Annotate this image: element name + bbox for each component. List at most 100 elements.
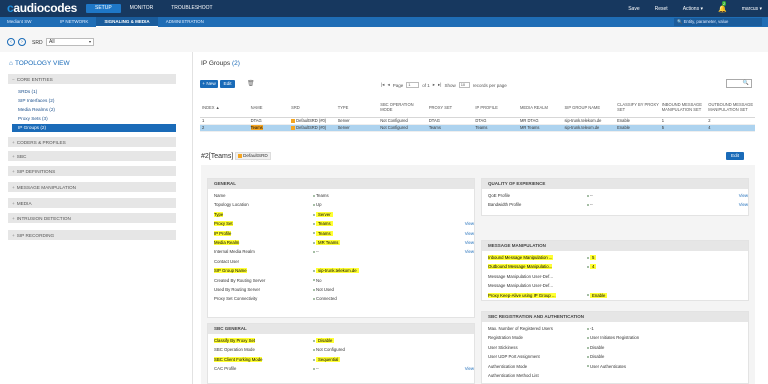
topology-view-title[interactable]: TOPOLOGY VIEW <box>9 60 70 67</box>
dot-icon <box>587 365 589 368</box>
global-search-input[interactable]: 🔍 Entity, parameter, value <box>674 18 762 26</box>
srd-icon <box>291 118 296 123</box>
search-placeholder: Entity, parameter, value <box>683 19 729 24</box>
column-header[interactable]: IP PROFILE <box>473 98 518 118</box>
column-header[interactable]: INBOUND MESSAGE MANIPULATION SET <box>659 98 707 118</box>
table-row[interactable]: 1 DTAG DefaultSRD (#0) Server Not Configured… <box>200 117 755 125</box>
view-link[interactable]: View <box>739 191 748 200</box>
srd-tag[interactable]: DefaultSRD <box>235 152 271 160</box>
column-header[interactable]: SBC OPERATION MODE <box>378 98 427 118</box>
column-header[interactable]: INDEX ▲ <box>200 98 249 118</box>
nav-troubleshoot[interactable]: TROUBLESHOOT <box>162 4 221 13</box>
sidebar-item-media-realms[interactable]: Media Realms (2) <box>18 107 55 112</box>
sidebar-item-srds[interactable]: SRDs (1) <box>18 89 37 94</box>
view-link[interactable]: View <box>465 229 474 238</box>
srd-select[interactable]: All ▾ <box>46 38 94 46</box>
sidebar-item-ip-groups[interactable]: IP Groups (2) <box>12 124 176 132</box>
last-page-icon[interactable]: ▸| <box>438 82 441 88</box>
view-link[interactable]: View <box>739 200 748 209</box>
dot-icon <box>313 270 315 273</box>
prev-page-icon[interactable]: ◂ <box>387 82 389 88</box>
property-row: User UDP Port Assignment Disable <box>488 352 748 361</box>
column-header[interactable]: OUTBOUND MESSAGE MANIPULATION SET <box>706 98 755 118</box>
property-value: 4 <box>587 262 597 271</box>
column-header[interactable]: TYPE <box>335 98 379 118</box>
table-cell: 1 <box>659 117 707 125</box>
column-header[interactable]: NAME <box>248 98 290 118</box>
plus-icon: + <box>12 140 15 145</box>
page-input[interactable]: 1 <box>406 82 420 88</box>
edit-button[interactable]: Edit <box>220 80 235 88</box>
table-cell: sip-trunk.teleom.de <box>562 124 616 132</box>
dot-icon <box>587 356 589 359</box>
panel-qoe-header: QUALITY OF EXPERIENCE <box>482 179 748 189</box>
table-cell: DefaultSRD (#0) <box>289 124 336 132</box>
view-link[interactable]: View <box>465 238 474 247</box>
section-sbc[interactable]: + SBC <box>8 151 176 162</box>
table-cell: DefaultSRD (#0) <box>289 117 336 125</box>
bell-icon[interactable]: 🔔 2 <box>718 1 727 13</box>
property-value: -- <box>313 364 319 373</box>
dot-icon <box>313 241 315 244</box>
table-cell: MR Teams <box>517 124 563 132</box>
property-value: Teams <box>313 229 333 238</box>
table-row[interactable]: 2 Teams DefaultSRD (#0) Server Not Configure… <box>200 124 755 132</box>
show-label: Show <box>444 82 456 88</box>
property-row: SBC Client Forking Mode Sequential <box>214 355 474 364</box>
column-header[interactable]: MEDIA REALM <box>517 98 563 118</box>
column-header[interactable]: PROXY SET <box>426 98 474 118</box>
sidebar-item-sip-interfaces[interactable]: SIP Interfaces (2) <box>18 98 54 103</box>
nav-setup[interactable]: SETUP <box>86 4 121 13</box>
property-label: Authentication Method List <box>488 373 539 378</box>
property-label: User Stickiness <box>488 344 518 350</box>
pager: |◂ ◂ Page 1 of 1 ▸ ▸| Show 10 records pe… <box>381 82 507 88</box>
section-core-entities[interactable]: − CORE ENTITIES <box>8 74 176 85</box>
reset-button[interactable]: Reset <box>655 6 668 12</box>
table-cell: 2 <box>706 117 755 125</box>
property-label: Message Manipulation User-Def... <box>488 283 553 289</box>
property-label: Registration Mode <box>488 335 523 341</box>
forward-icon[interactable]: › <box>18 38 26 46</box>
nav-monitor[interactable]: MONITOR <box>121 4 163 13</box>
user-menu[interactable]: marcus ▾ <box>742 6 762 12</box>
property-row: Classify By Proxy Set Disable <box>214 336 474 345</box>
table-search-input[interactable]: 🔍 <box>726 79 752 88</box>
trash-icon[interactable]: 🗑 <box>247 80 255 87</box>
property-value: Not Configured <box>313 345 345 354</box>
dot-icon <box>313 298 315 301</box>
dot-icon <box>313 279 315 282</box>
column-header[interactable]: SIP GROUP NAME <box>562 98 616 118</box>
view-link[interactable]: View <box>465 219 474 228</box>
page-title: IP Groups (2) <box>201 60 240 67</box>
property-label: Name <box>214 193 226 198</box>
srd-icon <box>238 153 242 158</box>
new-button[interactable]: + New <box>200 80 218 88</box>
next-page-icon[interactable]: ▸ <box>433 82 435 88</box>
property-label: Contact User <box>214 258 240 264</box>
tab-administration[interactable]: ADMINISTRATION <box>158 17 212 27</box>
table-cell: 1 <box>200 117 249 125</box>
section-sip-definitions[interactable]: + SIP DEFINITIONS <box>8 166 176 177</box>
section-intrusion-detection[interactable]: + INTRUSION DETECTION <box>8 213 176 224</box>
section-message-manipulation[interactable]: + MESSAGE MANIPULATION <box>8 182 176 193</box>
tab-ip-network[interactable]: IP NETWORK <box>52 17 96 27</box>
search-icon: 🔍 <box>677 19 683 24</box>
per-page-select[interactable]: 10 <box>458 82 470 88</box>
section-sip-recording[interactable]: + SIP RECORDING <box>8 230 176 241</box>
column-header[interactable]: CLASSIFY BY PROXY SET <box>615 98 660 118</box>
back-icon[interactable]: ‹ <box>7 38 15 46</box>
save-button[interactable]: Save <box>628 6 639 12</box>
section-coders-profiles[interactable]: + CODERS & PROFILES <box>8 137 176 148</box>
tab-signaling-media[interactable]: SIGNALING & MEDIA <box>96 17 158 27</box>
column-header[interactable]: SRD <box>289 98 336 118</box>
section-media[interactable]: + MEDIA <box>8 198 176 209</box>
actions-menu[interactable]: Actions ▾ <box>683 6 703 12</box>
first-page-icon[interactable]: |◂ <box>381 82 384 88</box>
detail-edit-button[interactable]: Edit <box>726 152 744 160</box>
property-row: IP Profile Teams View <box>214 229 474 238</box>
sidebar-item-proxy-sets[interactable]: Proxy Sets (3) <box>18 116 48 121</box>
top-bar: caudiocodes SETUP MONITOR TROUBLESHOOT S… <box>0 0 768 17</box>
view-link[interactable]: View <box>465 247 474 256</box>
property-row: Internal Media Realm -- View <box>214 247 474 256</box>
view-link[interactable]: View <box>465 364 474 373</box>
